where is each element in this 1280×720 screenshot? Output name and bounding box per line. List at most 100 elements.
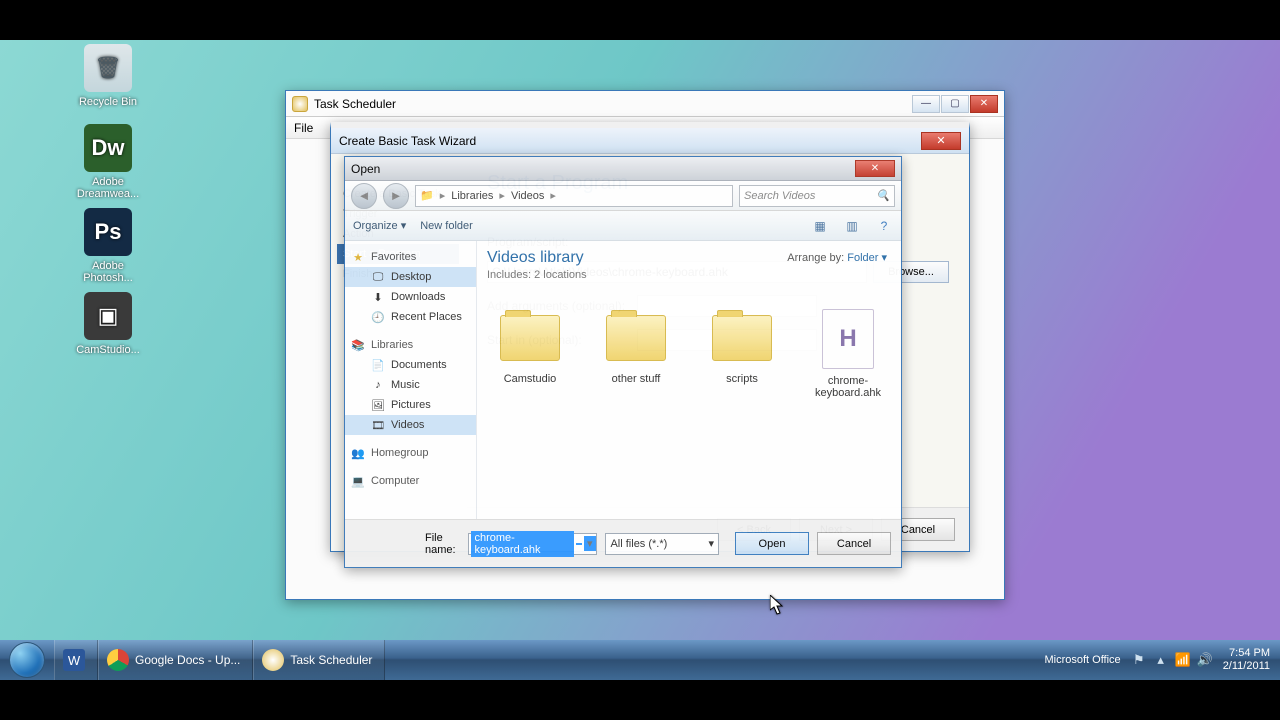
taskbar-item-scheduler[interactable]: Task Scheduler xyxy=(253,640,385,680)
task-label: Google Docs - Up... xyxy=(135,653,240,667)
nav-computer-header[interactable]: 💻Computer xyxy=(345,471,476,491)
library-subtitle: Includes: 2 locations xyxy=(487,269,891,281)
close-button[interactable]: ✕ xyxy=(855,160,895,177)
folder-icon xyxy=(712,315,772,361)
tray-chevron-icon[interactable]: ▴ xyxy=(1153,652,1169,668)
cancel-button[interactable]: Cancel xyxy=(817,532,891,555)
search-input[interactable]: Search Videos 🔍 xyxy=(739,185,895,207)
organize-button[interactable]: Organize ▾ xyxy=(353,219,406,232)
recycle-icon: 🗑 xyxy=(84,44,132,92)
close-button[interactable]: ✕ xyxy=(921,132,961,150)
taskbar-item-chrome[interactable]: Google Docs - Up... xyxy=(98,640,253,680)
nav-favorites-header[interactable]: ★Favorites xyxy=(345,247,476,267)
preview-pane-button[interactable]: ▥ xyxy=(843,217,861,235)
breadcrumb-videos[interactable]: Videos xyxy=(511,190,544,202)
task-scheduler-icon xyxy=(292,96,308,112)
star-icon: ★ xyxy=(351,250,365,264)
navigation-pane[interactable]: ★Favorites 🖵Desktop ⬇Downloads 🕘Recent P… xyxy=(345,241,477,519)
tray-label: Microsoft Office xyxy=(1044,654,1120,666)
windows-orb-icon xyxy=(9,642,45,678)
camstudio-icon: ▣ xyxy=(84,292,132,340)
videos-icon: 🎞 xyxy=(371,418,385,432)
tray-flag-icon[interactable]: ⚑ xyxy=(1131,652,1147,668)
view-mode-button[interactable]: ▦ xyxy=(811,217,829,235)
open-dialog-title: Open xyxy=(351,162,380,176)
clock-date: 2/11/2011 xyxy=(1223,660,1270,673)
address-bar[interactable]: 📁 ▸ Libraries ▸ Videos ▸ xyxy=(415,185,733,207)
desktop-icon-camstudio[interactable]: ▣ CamStudio... xyxy=(68,292,148,356)
nav-documents[interactable]: 📄Documents xyxy=(345,355,476,375)
file-list-pane[interactable]: Videos library Includes: 2 locations Arr… xyxy=(477,241,901,519)
homegroup-icon: 👥 xyxy=(351,446,365,460)
photoshop-icon: Ps xyxy=(84,208,132,256)
nav-back-button[interactable]: ◄ xyxy=(351,183,377,209)
open-button[interactable]: Open xyxy=(735,532,809,555)
nav-videos[interactable]: 🎞Videos xyxy=(345,415,476,435)
tray-network-icon[interactable]: 📶 xyxy=(1175,652,1191,668)
dropdown-icon: ▾ xyxy=(708,537,714,550)
nav-music[interactable]: ♪Music xyxy=(345,375,476,395)
new-folder-button[interactable]: New folder xyxy=(420,220,473,232)
dropdown-icon: ▾ xyxy=(584,536,597,551)
desktop-icon-label: Adobe Photosh... xyxy=(68,260,148,284)
documents-icon: 📄 xyxy=(371,358,385,372)
file-chrome-keyboard-ahk[interactable]: H chrome-keyboard.ahk xyxy=(805,309,891,399)
nav-downloads[interactable]: ⬇Downloads xyxy=(345,287,476,307)
task-label: Task Scheduler xyxy=(290,653,372,667)
desktop-icon-label: Adobe Dreamwea... xyxy=(68,176,148,200)
desktop-icon-recycle-bin[interactable]: 🗑 Recycle Bin xyxy=(68,44,148,108)
pictures-icon: 🖼 xyxy=(371,398,385,412)
nav-recent[interactable]: 🕘Recent Places xyxy=(345,307,476,327)
folder-camstudio[interactable]: Camstudio xyxy=(487,309,573,399)
window-title: Task Scheduler xyxy=(314,97,396,111)
filename-value: chrome-keyboard.ahk xyxy=(471,531,573,557)
folder-icon: 📁 xyxy=(420,189,434,202)
nav-homegroup-header[interactable]: 👥Homegroup xyxy=(345,443,476,463)
folder-icon xyxy=(500,315,560,361)
folder-scripts[interactable]: scripts xyxy=(699,309,785,399)
clock-time: 7:54 PM xyxy=(1223,647,1270,660)
word-icon: W xyxy=(63,649,85,671)
dreamweaver-icon: Dw xyxy=(84,124,132,172)
desktop-icon-photoshop[interactable]: Ps Adobe Photosh... xyxy=(68,208,148,284)
taskbar-clock[interactable]: 7:54 PM 2/11/2011 xyxy=(1223,647,1270,673)
tray-volume-icon[interactable]: 🔊 xyxy=(1197,652,1213,668)
item-label: Camstudio xyxy=(487,373,573,385)
minimize-button[interactable]: — xyxy=(912,95,940,113)
mouse-cursor xyxy=(770,595,785,616)
open-file-dialog: Open ✕ ◄ ► 📁 ▸ Libraries ▸ Videos ▸ Sear… xyxy=(344,156,902,568)
desktop-icon-label: Recycle Bin xyxy=(68,96,148,108)
computer-icon: 💻 xyxy=(351,474,365,488)
breadcrumb-libraries[interactable]: Libraries xyxy=(451,190,493,202)
nav-desktop[interactable]: 🖵Desktop xyxy=(345,267,476,287)
item-label: chrome-keyboard.ahk xyxy=(805,375,891,399)
system-tray[interactable]: Microsoft Office ⚑ ▴ 📶 🔊 7:54 PM 2/11/20… xyxy=(1034,647,1280,673)
desktop-icon-dreamweaver[interactable]: Dw Adobe Dreamwea... xyxy=(68,124,148,200)
nav-libraries-header[interactable]: 📚Libraries xyxy=(345,335,476,355)
maximize-button[interactable]: ▢ xyxy=(941,95,969,113)
folder-other-stuff[interactable]: other stuff xyxy=(593,309,679,399)
item-label: other stuff xyxy=(593,373,679,385)
chrome-icon xyxy=(107,649,129,671)
filename-label: File name: xyxy=(355,532,460,556)
desktop-icon: 🖵 xyxy=(371,270,385,284)
recent-icon: 🕘 xyxy=(371,310,385,324)
close-button[interactable]: ✕ xyxy=(970,95,998,113)
start-button[interactable] xyxy=(0,640,54,680)
search-icon: 🔍 xyxy=(876,189,890,202)
libraries-icon: 📚 xyxy=(351,338,365,352)
taskbar[interactable]: W Google Docs - Up... Task Scheduler Mic… xyxy=(0,640,1280,680)
desktop-icon-label: CamStudio... xyxy=(68,344,148,356)
ahk-file-icon: H xyxy=(822,309,874,369)
arrange-by-control[interactable]: Arrange by: Folder ▾ xyxy=(787,251,887,264)
nav-forward-button[interactable]: ► xyxy=(383,183,409,209)
scheduler-icon xyxy=(262,649,284,671)
menu-file[interactable]: File xyxy=(294,121,313,135)
file-type-filter[interactable]: All files (*.*)▾ xyxy=(605,533,719,555)
item-label: scripts xyxy=(699,373,785,385)
folder-icon xyxy=(606,315,666,361)
nav-pictures[interactable]: 🖼Pictures xyxy=(345,395,476,415)
help-button[interactable]: ? xyxy=(875,217,893,235)
filename-input[interactable]: chrome-keyboard.ahk ▾ xyxy=(468,533,597,555)
taskbar-item-word[interactable]: W xyxy=(54,640,98,680)
